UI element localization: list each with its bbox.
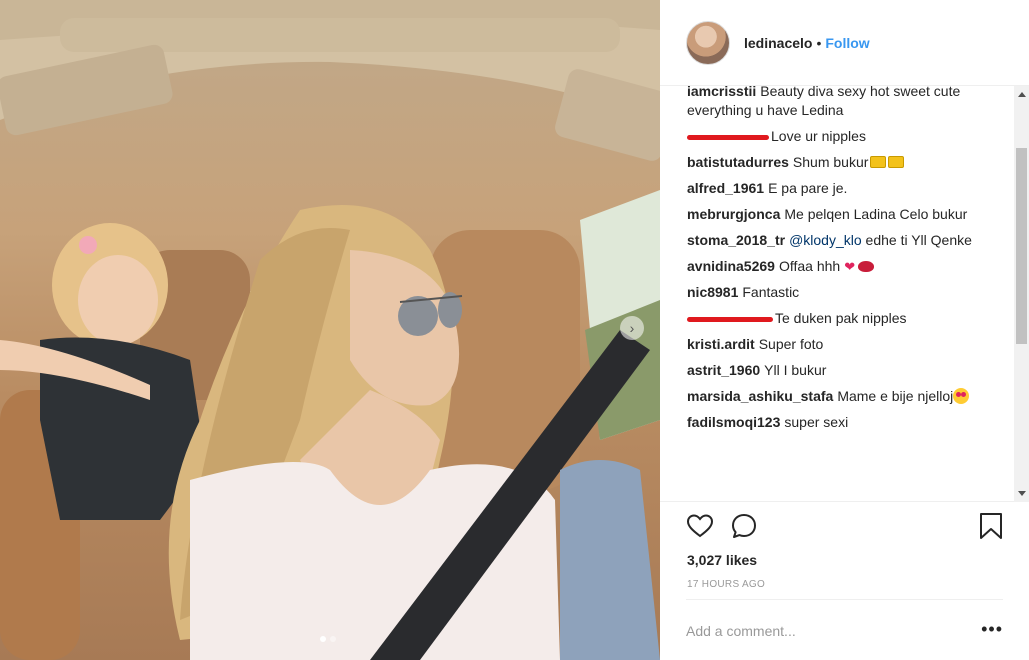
carousel-dot (330, 636, 336, 642)
censored-username-scribble (687, 316, 773, 322)
comment-username[interactable]: mebrurgjonca (687, 206, 780, 222)
post-actions (686, 512, 1006, 542)
comment-item: mebrurgjonca Me pelqen Ladina Celo bukur (687, 205, 987, 224)
like-heart-icon[interactable] (686, 512, 714, 540)
comment-item: marsida_ashiku_stafa Mame e bije njelloj (687, 387, 987, 406)
star-struck-icon (953, 388, 970, 404)
comment-username[interactable]: batistutadurres (687, 154, 789, 170)
comments-scrollbar[interactable] (1014, 86, 1029, 502)
comment-text: Mame e bije njelloj (837, 388, 954, 404)
avatar[interactable] (686, 20, 730, 65)
comment-item: fadilsmoqi123 super sexi (687, 413, 987, 432)
comment-item: Te duken pak nipples (687, 309, 987, 328)
comment-text: super sexi (784, 414, 849, 430)
comment-username[interactable]: fadilsmoqi123 (687, 414, 780, 430)
comment-list: iamcrisstii Beauty diva sexy hot sweet cu… (687, 86, 987, 439)
more-options-icon[interactable]: ••• (981, 620, 1003, 638)
comment-item: kristi.ardit Super foto (687, 335, 987, 354)
comment-text: Fantastic (742, 284, 800, 300)
comment-text: Yll I bukur (764, 362, 827, 378)
censored-username-scribble (687, 134, 769, 140)
comment-item: alfred_1961 E pa pare je. (687, 179, 987, 198)
comment-text: Offaa hhh (778, 258, 841, 274)
post-header: ledinacelo • Follow (660, 0, 1029, 86)
comment-username[interactable]: avnidina5269 (687, 258, 775, 274)
comment-item: iamcrisstii Beauty diva sexy hot sweet cu… (687, 86, 987, 120)
chevron-right-icon: › (629, 320, 635, 336)
header-separator: • (816, 34, 822, 51)
comment-item: stoma_2018_tr @klody_klo edhe ti Yll Qenk… (687, 231, 987, 250)
comment-mention[interactable]: @klody_klo (789, 232, 862, 248)
comment-text: Super foto (758, 336, 824, 352)
add-comment-bar: ••• (686, 599, 1003, 660)
likes-count[interactable]: 3,027 likes (687, 552, 757, 568)
crown-icon (870, 156, 887, 168)
comment-username[interactable]: astrit_1960 (687, 362, 760, 378)
comment-text: edhe ti Yll Qenke (865, 232, 972, 248)
comment-item: avnidina5269 Offaa hhh ❤ (687, 257, 987, 276)
comment-username[interactable]: marsida_ashiku_stafa (687, 388, 833, 404)
comment-bubble-icon[interactable] (730, 512, 758, 540)
comment-input[interactable] (686, 620, 956, 642)
comment-text: Me pelqen Ladina Celo bukur (784, 206, 968, 222)
comment-item: batistutadurres Shum bukur (687, 153, 987, 172)
header-username[interactable]: ledinacelo (744, 35, 812, 51)
comment-username[interactable]: alfred_1961 (687, 180, 764, 196)
comment-text: Shum bukur (792, 154, 869, 170)
comment-item: astrit_1960 Yll I bukur (687, 361, 987, 380)
crown-icon (888, 156, 905, 168)
photo-illustration (0, 0, 660, 660)
comment-username[interactable]: iamcrisstii (687, 86, 756, 99)
comment-username[interactable]: stoma_2018_tr (687, 232, 785, 248)
scroll-thumb[interactable] (1016, 148, 1027, 344)
scroll-up-arrow[interactable] (1018, 92, 1026, 97)
comment-username[interactable]: kristi.ardit (687, 336, 755, 352)
comment-text: Love ur nipples (771, 128, 866, 144)
comments-section[interactable]: iamcrisstii Beauty diva sexy hot sweet cu… (660, 86, 1029, 502)
comment-text: Te duken pak nipples (775, 310, 907, 326)
post-side-panel: ledinacelo • Follow iamcrisstii Beauty di… (660, 0, 1029, 660)
comment-username[interactable]: nic8981 (687, 284, 738, 300)
carousel-indicator (320, 636, 336, 642)
comment-item: nic8981 Fantastic (687, 283, 987, 302)
post-timestamp[interactable]: 17 HOURS AGO (687, 579, 765, 590)
save-bookmark-icon[interactable] (978, 512, 1004, 540)
scroll-down-arrow[interactable] (1018, 491, 1026, 496)
carousel-dot-active (320, 636, 326, 642)
follow-button[interactable]: Follow (825, 35, 869, 51)
carousel-next-button[interactable]: › (620, 316, 644, 340)
lips-icon (858, 261, 875, 272)
comment-text: E pa pare je. (768, 180, 848, 196)
post-photo[interactable]: › (0, 0, 660, 660)
heart-icon: ❤ (844, 259, 856, 274)
comment-item: Love ur nipples (687, 127, 987, 146)
